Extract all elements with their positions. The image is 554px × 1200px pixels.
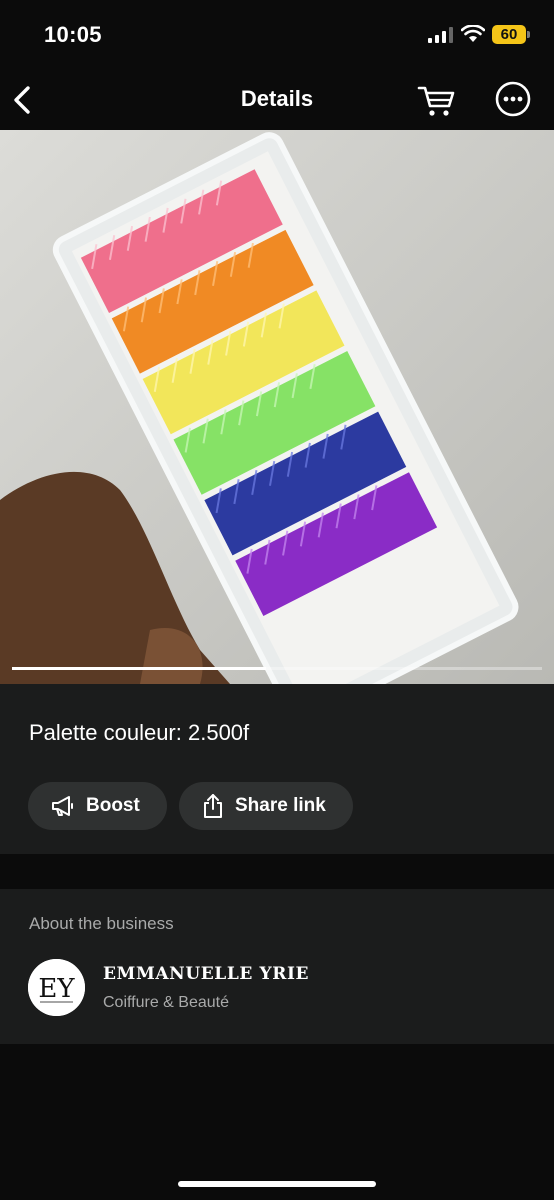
business-card[interactable]: About the business EY EMMANUELLE YRIE Co… <box>0 889 554 1044</box>
section-divider <box>0 854 554 889</box>
share-icon <box>204 794 222 818</box>
business-avatar[interactable]: EY <box>28 959 85 1016</box>
battery-indicator: 60 <box>492 25 530 44</box>
more-options-icon[interactable] <box>494 80 532 118</box>
lash-palette-photo <box>0 130 554 684</box>
megaphone-icon <box>52 796 73 816</box>
avatar-initials: EY <box>38 974 75 1004</box>
business-category: Coiffure & Beauté <box>103 994 230 1011</box>
media-progress-bar <box>12 667 542 670</box>
about-business-heading: About the business <box>29 914 174 933</box>
share-link-button[interactable]: Share link <box>179 782 353 830</box>
status-bar: 10:05 60 <box>0 0 554 70</box>
product-card: Palette couleur: 2.500f Boost Share link <box>0 684 554 854</box>
boost-label: Boost <box>86 795 140 816</box>
cellular-signal-icon <box>428 27 453 43</box>
share-link-label: Share link <box>235 795 326 816</box>
page-title: Details <box>240 86 314 111</box>
business-name[interactable]: EMMANUELLE YRIE <box>103 964 309 984</box>
media-progress-fill <box>12 667 267 670</box>
nav-bar: Details <box>0 70 554 130</box>
wifi-icon <box>461 25 485 42</box>
home-indicator <box>178 1181 376 1187</box>
product-title: Palette couleur: 2.500f <box>29 720 250 745</box>
boost-button[interactable]: Boost <box>28 782 167 830</box>
product-image[interactable] <box>0 130 554 684</box>
cart-icon[interactable] <box>416 80 456 120</box>
status-time: 10:05 <box>44 22 102 47</box>
business-logo-icon: EY <box>28 959 85 1016</box>
